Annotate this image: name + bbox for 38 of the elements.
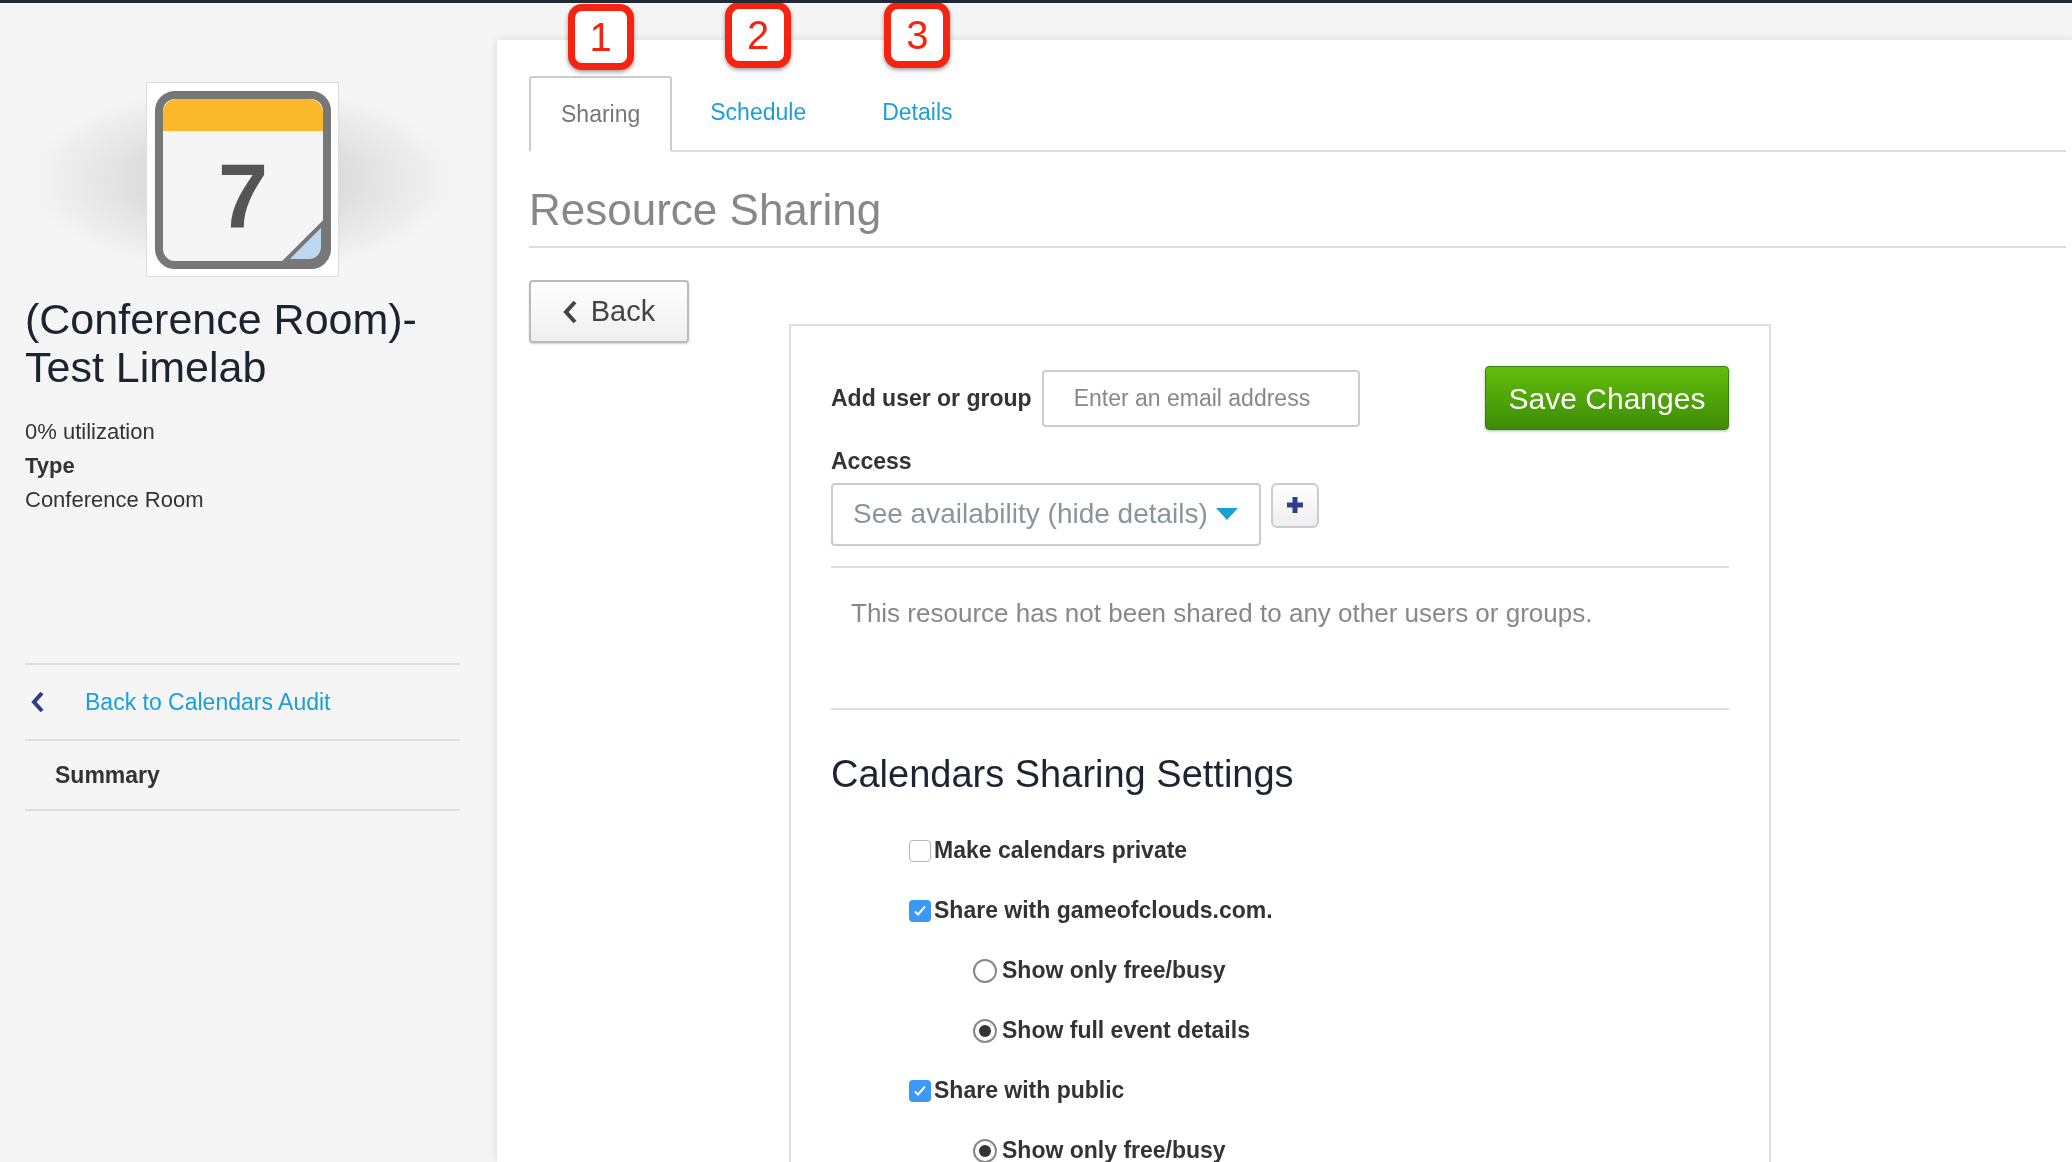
caret-down-icon [1215, 507, 1239, 521]
radio-button[interactable] [973, 958, 997, 983]
radio-button[interactable] [973, 1138, 997, 1162]
save-changes-button[interactable]: Save Changes [1485, 366, 1729, 430]
checkbox[interactable] [909, 839, 931, 862]
checkbox-label: Share with public [934, 1076, 1125, 1106]
checkbox-label: Share with gameofclouds.com. [934, 896, 1273, 926]
back-link[interactable]: Back to Calendars Audit [85, 684, 331, 720]
tab[interactable]: Details [844, 74, 991, 150]
utilization-text: 0% utilization [25, 418, 156, 446]
access-dropdown[interactable]: See availability (hide details) [831, 482, 1261, 546]
email-field[interactable]: Enter an email address [1041, 369, 1360, 427]
checkbox[interactable] [909, 1079, 931, 1102]
nav-item[interactable]: Summary [55, 757, 160, 793]
step-badge: 1 [567, 4, 634, 70]
radio-button[interactable] [973, 1018, 997, 1043]
step-badge: 3 [884, 3, 951, 68]
tab[interactable]: Schedule [672, 74, 845, 150]
checkbox-label: Make calendars private [934, 836, 1188, 866]
plus-icon [1285, 495, 1305, 515]
checkbox[interactable] [909, 899, 931, 922]
calendar-icon: 7 [146, 82, 339, 277]
type-value: Conference Room [25, 486, 205, 514]
page-heading: Resource Sharing [529, 182, 2066, 248]
resource-title: (Conference Room)-Test Limelab [25, 295, 418, 391]
step-badge: 2 [725, 3, 792, 68]
radio-label: Show full event details [1002, 1016, 1250, 1046]
chevron-left-icon [562, 299, 577, 324]
chevron-left-icon [31, 691, 45, 713]
radio-label: Show only free/busy [1002, 956, 1226, 986]
empty-message: This resource has not been shared to any other users or groups. [851, 597, 1593, 628]
add-button[interactable] [1271, 482, 1319, 528]
add-user-label: Add user or group [831, 383, 1032, 413]
settings-heading: Calendars Sharing Settings [831, 751, 1295, 797]
access-label: Access [831, 447, 913, 476]
back-button[interactable]: Back [529, 280, 689, 343]
type-label: Type [25, 452, 76, 480]
tab[interactable]: Sharing [529, 76, 673, 152]
